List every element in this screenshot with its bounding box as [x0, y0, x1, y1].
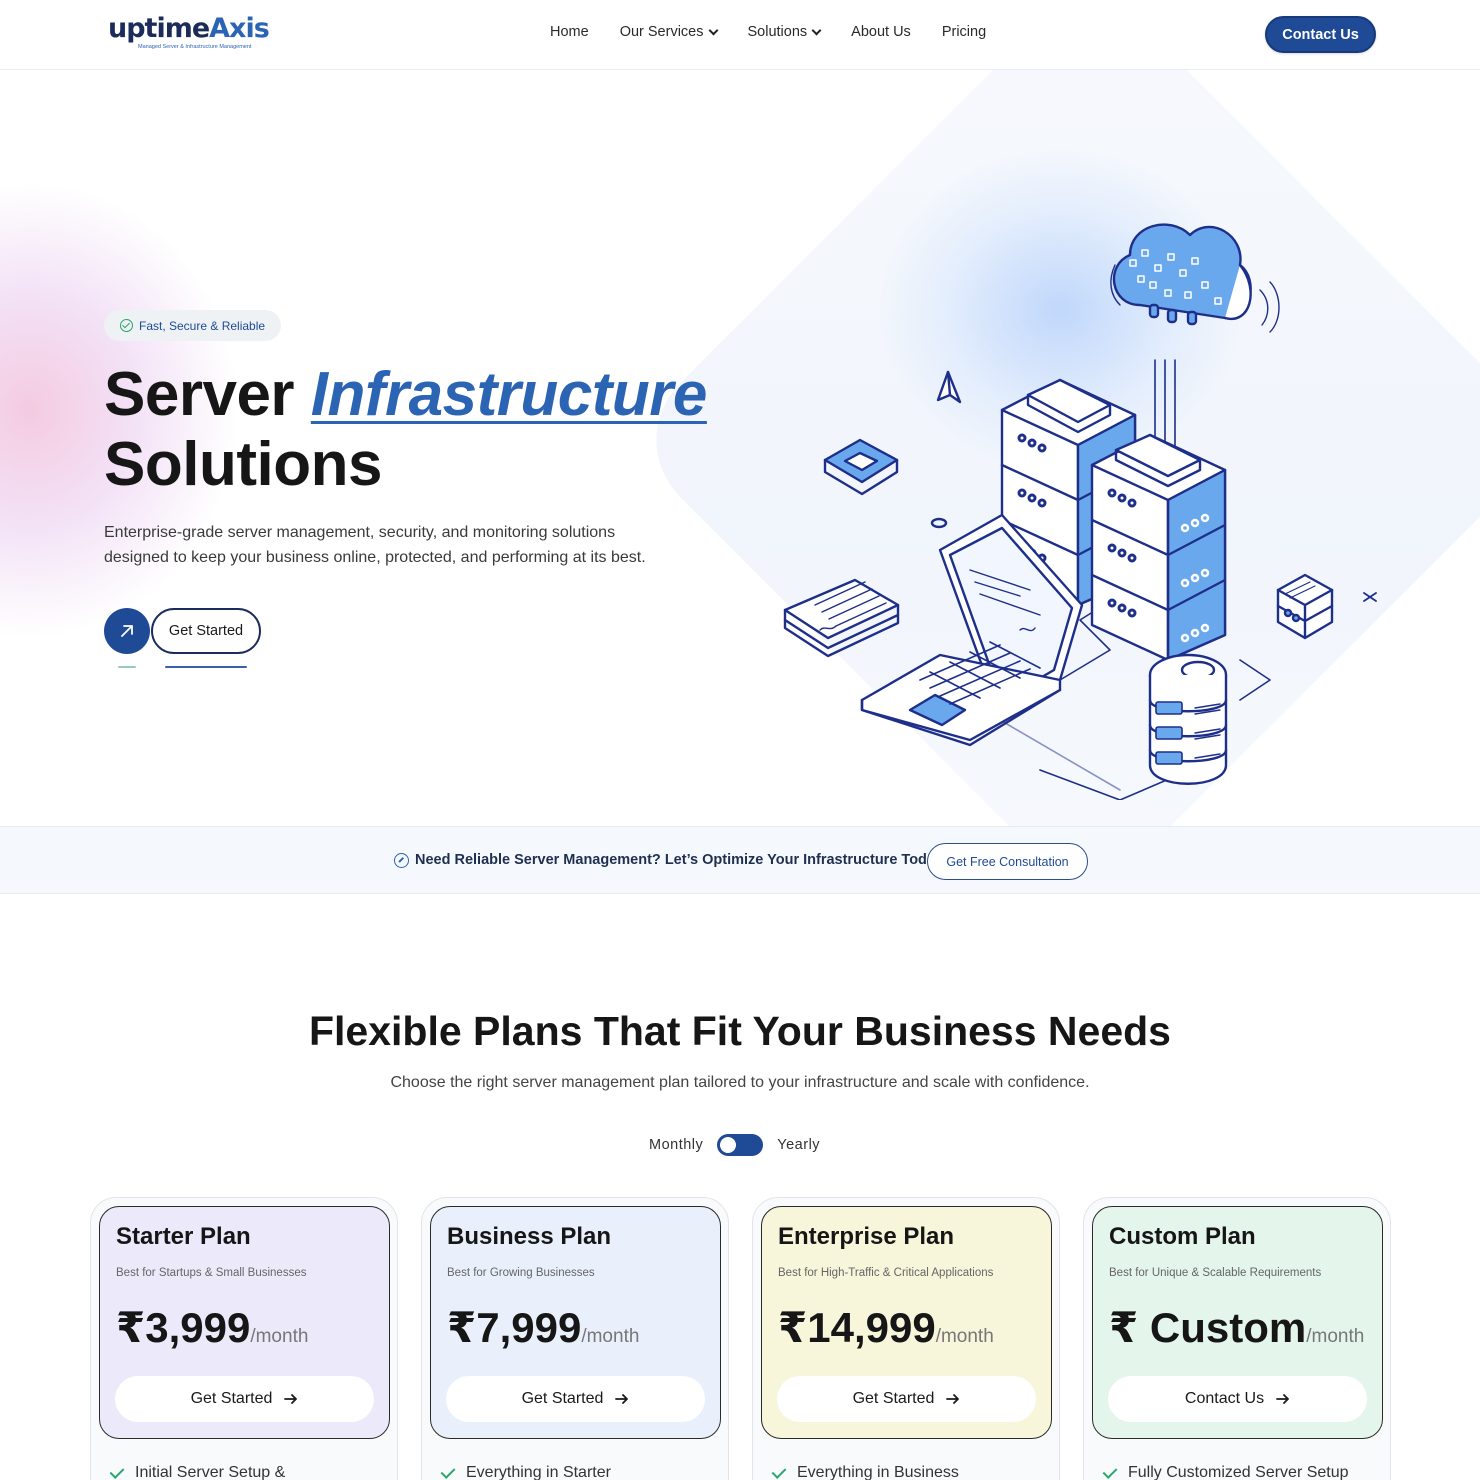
uptimeaxis-logo[interactable]: uptimeAxis Managed Server & Infrastructu… — [108, 14, 270, 58]
plan-subtitle: Best for Unique & Scalable Requirements — [1109, 1267, 1322, 1279]
plan-feature-item: Everything in Business — [771, 1463, 959, 1480]
check-icon — [771, 1463, 787, 1479]
nav-item-pricing[interactable]: Pricing — [942, 24, 986, 40]
plan-price: ₹ Custom/month — [1109, 1304, 1365, 1351]
plan-name: Enterprise Plan — [778, 1223, 955, 1250]
top-navbar: uptimeAxis Managed Server & Infrastructu… — [0, 0, 1480, 70]
chevron-down-icon — [708, 25, 718, 35]
plan-price: ₹7,999/month — [447, 1304, 640, 1351]
plan-feature-item: Initial Server Setup & — [109, 1463, 285, 1480]
plan-subtitle: Best for High-Traffic & Critical Applica… — [778, 1267, 994, 1279]
plan-subtitle: Best for Growing Businesses — [447, 1267, 595, 1279]
logo-wordmark: uptimeAxis — [108, 13, 270, 44]
hero-title-highlight: Infrastructure — [310, 360, 708, 429]
plan-get-started-button[interactable]: Get Started — [777, 1376, 1036, 1422]
arrow-right-icon — [284, 1394, 298, 1404]
logo-tagline: Managed Server & Infrastructure Manageme… — [138, 44, 252, 50]
server-infrastructure-illustration — [783, 223, 1377, 800]
nav-item-home[interactable]: Home — [550, 24, 589, 40]
pricing-card-starter: Starter Plan Best for Startups & Small B… — [90, 1197, 398, 1480]
button-shadow-decoration — [118, 666, 136, 668]
hero-badge-label: Fast, Secure & Reliable — [139, 318, 266, 333]
badge-percent-icon — [394, 853, 409, 868]
chevron-down-icon — [811, 25, 822, 35]
plan-contact-us-button[interactable]: Contact Us — [1108, 1376, 1367, 1422]
arrow-right-icon — [1276, 1394, 1289, 1404]
plan-price: ₹3,999/month — [116, 1304, 309, 1351]
plan-feature-item: Everything in Starter — [440, 1463, 611, 1480]
pricing-card-custom: Custom Plan Best for Unique & Scalable R… — [1083, 1197, 1391, 1480]
consultation-banner-text: Need Reliable Server Management? Let’s O… — [415, 852, 946, 868]
button-shadow-decoration — [165, 666, 247, 668]
pricing-card-header: Business Plan Best for Growing Businesse… — [430, 1206, 721, 1439]
toggle-label-yearly[interactable]: Yearly — [777, 1137, 820, 1153]
toggle-knob — [720, 1137, 737, 1153]
toggle-label-monthly[interactable]: Monthly — [649, 1137, 703, 1153]
get-free-consultation-button[interactable]: Get Free Consultation — [927, 843, 1088, 880]
nav-menu: Home Our Services Solutions About Us Pri… — [550, 24, 986, 40]
nav-item-our-services[interactable]: Our Services — [620, 24, 718, 40]
arrow-right-icon — [615, 1394, 629, 1404]
billing-period-toggle[interactable] — [717, 1134, 764, 1156]
plan-feature-item: Fully Customized Server Setup — [1102, 1463, 1349, 1480]
pricing-card-enterprise: Enterprise Plan Best for High-Traffic & … — [752, 1197, 1060, 1480]
billing-toggle-group: Monthly Yearly — [649, 1134, 820, 1156]
plan-get-started-button[interactable]: Get Started — [446, 1376, 705, 1422]
pricing-card-header: Starter Plan Best for Startups & Small B… — [99, 1206, 390, 1439]
hero-title: Server Infrastructure Solutions — [104, 360, 708, 499]
nav-item-about-us[interactable]: About Us — [851, 24, 911, 40]
contact-us-button[interactable]: Contact Us — [1265, 16, 1376, 53]
nav-item-solutions[interactable]: Solutions — [748, 24, 822, 40]
arrow-right-icon — [946, 1394, 960, 1404]
verified-check-icon — [120, 319, 133, 332]
plan-subtitle: Best for Startups & Small Businesses — [116, 1267, 307, 1279]
pricing-card-header: Enterprise Plan Best for High-Traffic & … — [761, 1206, 1052, 1439]
get-started-arrow-button[interactable] — [104, 608, 150, 654]
consultation-banner: Need Reliable Server Management? Let’s O… — [0, 826, 1480, 894]
plan-get-started-button[interactable]: Get Started — [115, 1376, 374, 1422]
check-icon — [1102, 1463, 1118, 1479]
check-icon — [440, 1463, 456, 1479]
pricing-card-business: Business Plan Best for Growing Businesse… — [421, 1197, 729, 1480]
pricing-subtitle: Choose the right server management plan … — [390, 1074, 1090, 1091]
plan-name: Business Plan — [447, 1223, 612, 1250]
hero-description: Enterprise-grade server management, secu… — [104, 524, 646, 566]
hero-section: Fast, Secure & Reliable Server Infrastru… — [0, 70, 1480, 826]
arrow-up-right-icon — [121, 625, 133, 637]
pricing-title: Flexible Plans That Fit Your Business Ne… — [308, 1008, 1171, 1054]
plan-price: ₹14,999/month — [778, 1304, 994, 1351]
plan-name: Custom Plan — [1109, 1223, 1256, 1250]
plan-name: Starter Plan — [116, 1223, 251, 1250]
pricing-card-header: Custom Plan Best for Unique & Scalable R… — [1092, 1206, 1383, 1439]
hero-badge: Fast, Secure & Reliable — [104, 310, 282, 341]
get-started-button[interactable]: Get Started — [151, 608, 261, 654]
check-icon — [109, 1463, 125, 1479]
